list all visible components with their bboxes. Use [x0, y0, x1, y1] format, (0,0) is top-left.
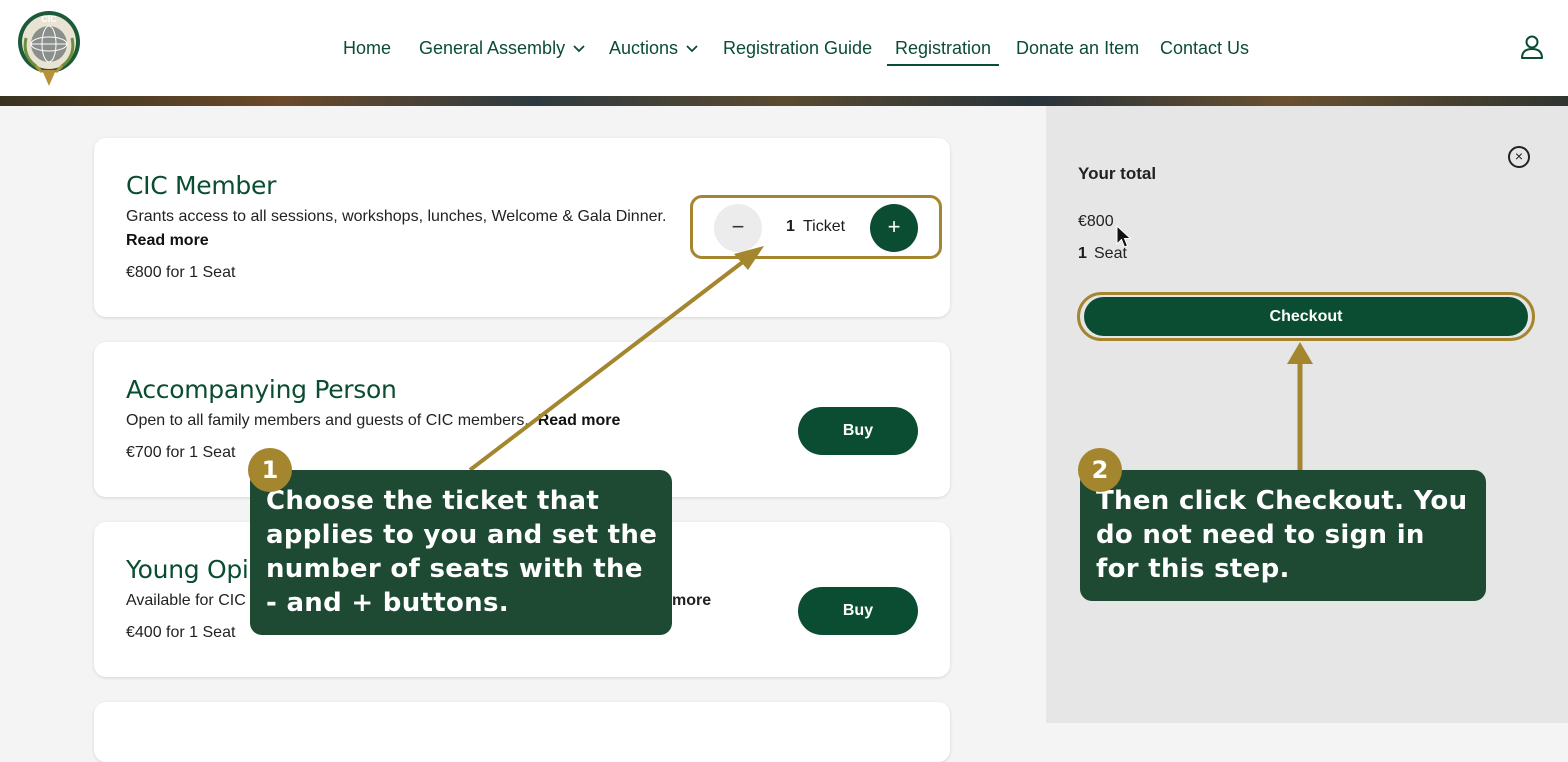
- checkout-button[interactable]: Checkout: [1084, 297, 1528, 336]
- user-account-icon[interactable]: [1520, 34, 1544, 60]
- nav-registration-guide[interactable]: Registration Guide: [723, 34, 872, 64]
- nav-registration[interactable]: Registration: [887, 34, 1000, 66]
- ticket-description-text: Open to all family members and guests of…: [126, 412, 529, 429]
- decrease-button[interactable]: −: [714, 204, 762, 252]
- buy-button[interactable]: Buy: [798, 407, 918, 455]
- ticket-description: Available for CIC: [126, 592, 246, 609]
- read-more-link[interactable]: Read more: [538, 412, 621, 429]
- close-icon[interactable]: ×: [1508, 146, 1530, 168]
- nav-home-label: Home: [343, 38, 392, 58]
- nav-registration-label: Registration: [895, 38, 992, 58]
- step-badge-1: 1: [248, 448, 292, 492]
- ticket-description: Grants access to all sessions, workshops…: [126, 205, 696, 253]
- site-header: CIC Home General Assembly Auctions Regis…: [0, 0, 1568, 96]
- ticket-title: CIC Member: [126, 171, 277, 200]
- cart-panel: [1046, 106, 1568, 723]
- quantity-stepper: − 1 Ticket +: [690, 195, 942, 259]
- cic-logo[interactable]: CIC: [16, 8, 82, 88]
- callout-step-2: Then click Checkout. You do not need to …: [1080, 470, 1486, 601]
- nav-auctions[interactable]: Auctions: [609, 34, 698, 64]
- nav-home[interactable]: Home: [343, 34, 391, 64]
- svg-text:CIC: CIC: [41, 14, 57, 24]
- read-more-link[interactable]: more: [672, 589, 711, 613]
- nav-registration-guide-label: Registration Guide: [723, 38, 873, 58]
- hero-banner-strip: [0, 96, 1568, 106]
- nav-general-assembly-label: General Assembly: [419, 38, 566, 58]
- read-more-link[interactable]: Read more: [126, 232, 209, 249]
- nav-donate-item[interactable]: Donate an Item: [1016, 34, 1139, 64]
- chevron-down-icon: [573, 45, 585, 53]
- cart-total-amount: €800: [1078, 213, 1114, 230]
- callout-step-1: Choose the ticket that applies to you an…: [250, 470, 672, 635]
- cart-title: Your total: [1078, 164, 1157, 183]
- chevron-down-icon: [686, 45, 698, 53]
- ticket-unit-label: Ticket: [803, 218, 846, 235]
- ticket-price: €400 for 1 Seat: [126, 624, 236, 641]
- buy-button[interactable]: Buy: [798, 587, 918, 635]
- ticket-price: €700 for 1 Seat: [126, 444, 236, 461]
- ticket-title: Young Opin: [126, 555, 265, 584]
- ticket-count: 1: [786, 218, 795, 235]
- nav-contact-us[interactable]: Contact Us: [1160, 34, 1249, 64]
- cart-seat-count: 1: [1078, 245, 1087, 262]
- increase-button[interactable]: +: [870, 204, 918, 252]
- ticket-price: €800 for 1 Seat: [126, 264, 236, 281]
- step-badge-2: 2: [1078, 448, 1122, 492]
- ticket-title: Accompanying Person: [126, 375, 397, 404]
- nav-auctions-label: Auctions: [609, 38, 679, 58]
- nav-donate-item-label: Donate an Item: [1016, 38, 1140, 58]
- nav-contact-us-label: Contact Us: [1160, 38, 1250, 58]
- ticket-card-partial: [94, 702, 950, 762]
- ticket-description-text: Grants access to all sessions, workshops…: [126, 208, 667, 225]
- nav-general-assembly[interactable]: General Assembly: [419, 34, 585, 64]
- ticket-description: Open to all family members and guests of…: [126, 409, 726, 433]
- mouse-cursor-icon: [1116, 225, 1132, 248]
